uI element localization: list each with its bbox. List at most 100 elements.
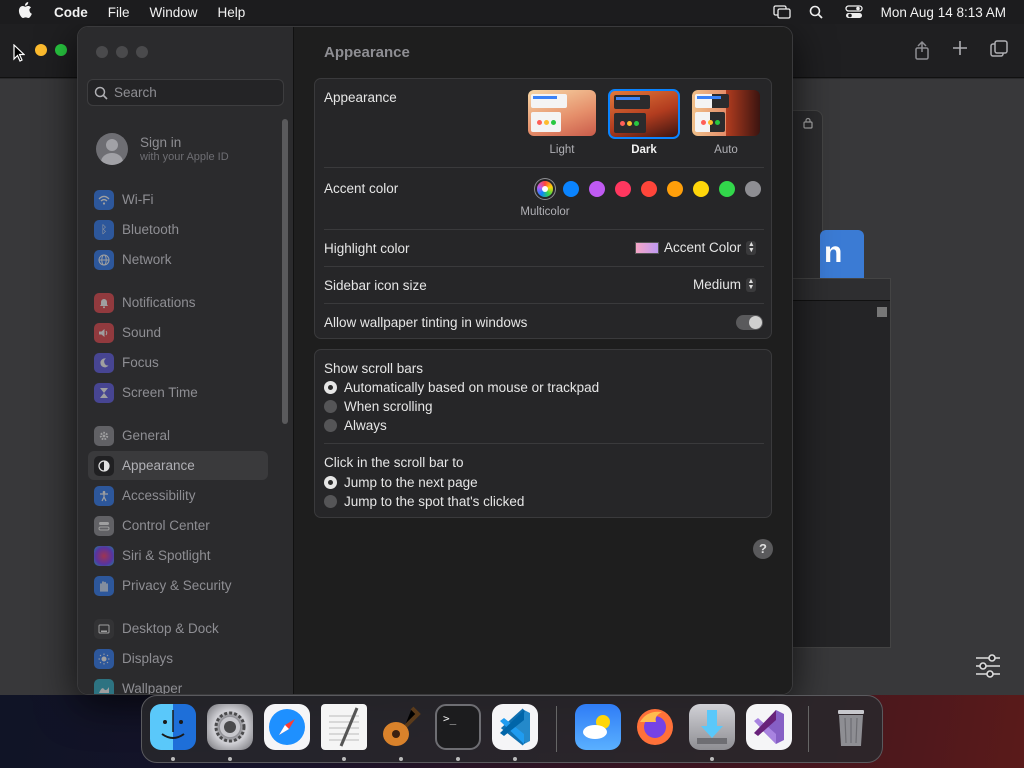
appearance-dark-thumbnail[interactable] <box>608 89 680 139</box>
dock-app-garageband[interactable] <box>378 704 424 750</box>
dock-app-safari[interactable] <box>264 704 310 750</box>
sliders-icon[interactable] <box>975 654 1001 678</box>
menu-app-name[interactable]: Code <box>54 5 88 20</box>
zoom-button[interactable] <box>55 44 67 56</box>
zoom-button[interactable] <box>136 46 148 58</box>
sidebar-item-focus[interactable]: Focus <box>88 348 268 377</box>
appearance-light-label: Light <box>549 144 575 156</box>
appearance-label: Appearance <box>324 90 397 105</box>
sidebar-item-label: Network <box>122 252 172 267</box>
new-tab-icon[interactable] <box>952 40 968 65</box>
wallpaper-tinting-toggle[interactable] <box>736 315 763 330</box>
menu-help[interactable]: Help <box>218 5 246 20</box>
radio-button[interactable] <box>324 419 337 432</box>
control-center-icon[interactable] <box>845 5 863 19</box>
dock-app-textedit[interactable] <box>321 704 367 750</box>
wallpaper-icon <box>94 678 114 694</box>
dock-app-weather[interactable] <box>575 704 621 750</box>
radio-label: Jump to the spot that's clicked <box>344 494 525 509</box>
sidebar-item-siri-spotlight[interactable]: Siri & Spotlight <box>88 541 268 570</box>
signin-subtitle: with your Apple ID <box>140 151 229 163</box>
sidebar-item-label: Control Center <box>122 518 210 533</box>
close-button[interactable] <box>96 46 108 58</box>
cursor-icon <box>13 43 27 62</box>
sidebar-item-accessibility[interactable]: Accessibility <box>88 481 268 510</box>
screen-mirroring-icon[interactable] <box>773 5 791 19</box>
accent-swatch-pink[interactable] <box>615 181 631 197</box>
accent-swatch-green[interactable] <box>719 181 735 197</box>
popup-chevrons-icon: ▲ ▼ <box>746 240 757 255</box>
menu-clock[interactable]: Mon Aug 14 8:13 AM <box>881 5 1006 20</box>
menu-file[interactable]: File <box>108 5 130 20</box>
minimize-button[interactable] <box>116 46 128 58</box>
share-icon[interactable] <box>914 40 930 65</box>
lock-icon <box>803 117 813 132</box>
appearance-light-thumbnail[interactable] <box>528 90 596 136</box>
accent-selected-name: Multicolor <box>520 206 570 218</box>
sidebar-item-appearance[interactable]: Appearance <box>88 451 268 480</box>
click-scroll-option-spot-clicked[interactable]: Jump to the spot that's clicked <box>324 494 524 509</box>
dock-app-system-settings[interactable] <box>207 704 253 750</box>
sidebar-icon-size-popup[interactable]: Medium ▲ ▼ <box>693 277 757 292</box>
sidebar-item-network[interactable]: Network <box>88 245 268 274</box>
hand-icon <box>94 575 114 596</box>
scroll-bars-option-always[interactable]: Always <box>324 418 387 433</box>
radio-button[interactable] <box>324 476 337 489</box>
dock-app-visual-studio[interactable] <box>746 704 792 750</box>
sidebar-scrollbar[interactable] <box>282 119 288 424</box>
radio-button[interactable] <box>324 495 337 508</box>
menu-window[interactable]: Window <box>150 5 198 20</box>
radio-button[interactable] <box>324 400 337 413</box>
sidebar-item-label: Desktop & Dock <box>122 621 219 636</box>
gear-icon <box>94 425 114 446</box>
sidebar-item-control-center[interactable]: Control Center <box>88 511 268 540</box>
accent-swatch-orange[interactable] <box>667 181 683 197</box>
dock-app-vscode[interactable] <box>492 704 538 750</box>
accent-swatch-purple[interactable] <box>589 181 605 197</box>
dock-app-firefox[interactable] <box>632 704 678 750</box>
sidebar-item-privacy-security[interactable]: Privacy & Security <box>88 571 268 600</box>
help-button[interactable]: ? <box>753 539 773 559</box>
minimize-button[interactable] <box>35 44 47 56</box>
sidebar-item-general[interactable]: General <box>88 421 268 450</box>
dock-app-migration-assistant[interactable] <box>689 704 735 750</box>
click-scroll-bar-label: Click in the scroll bar to <box>324 455 464 470</box>
apple-menu-icon[interactable] <box>18 2 36 22</box>
appearance-auto-thumbnail[interactable] <box>692 90 760 136</box>
sidebar-item-notifications[interactable]: Notifications <box>88 288 268 317</box>
radio-label: Automatically based on mouse or trackpad <box>344 380 600 395</box>
tab-overview-icon[interactable] <box>990 40 1008 65</box>
globe-icon <box>94 249 114 270</box>
radio-button[interactable] <box>324 381 337 394</box>
click-scroll-option-next-page[interactable]: Jump to the next page <box>324 475 478 490</box>
sidebar-icon-size-label: Sidebar icon size <box>324 278 427 293</box>
dock-app-finder[interactable] <box>150 704 196 750</box>
sidebar-item-screen-time[interactable]: Screen Time <box>88 378 268 407</box>
accent-swatch-yellow[interactable] <box>693 181 709 197</box>
background-toolbar-tools <box>914 40 1008 65</box>
highlight-color-popup[interactable]: Accent Color ▲ ▼ <box>635 240 757 255</box>
accent-swatch-graphite[interactable] <box>745 181 761 197</box>
scroll-bars-option-when-scrolling[interactable]: When scrolling <box>324 399 433 414</box>
sidebar-item-bluetooth[interactable]: ᛒ Bluetooth <box>88 215 268 244</box>
accent-swatch-blue[interactable] <box>563 181 579 197</box>
search-icon <box>94 86 108 100</box>
apple-id-signin[interactable]: Sign in with your Apple ID <box>96 133 229 165</box>
highlight-color-label: Highlight color <box>324 241 410 256</box>
sidebar-item-wifi[interactable]: Wi-Fi <box>88 185 268 214</box>
spotlight-search-icon[interactable] <box>809 5 827 19</box>
sidebar-item-displays[interactable]: Displays <box>88 644 268 673</box>
bluetooth-icon: ᛒ <box>94 219 114 240</box>
appearance-dark-label: Dark <box>631 144 657 156</box>
sidebar-item-wallpaper[interactable]: Wallpaper <box>88 674 268 694</box>
accent-swatch-red[interactable] <box>641 181 657 197</box>
dock-app-trash[interactable] <box>828 704 874 750</box>
sidebar-item-desktop-dock[interactable]: Desktop & Dock <box>88 614 268 643</box>
sidebar-item-label: Screen Time <box>122 385 198 400</box>
search-field[interactable]: Search <box>87 79 284 106</box>
scroll-bars-option-automatic[interactable]: Automatically based on mouse or trackpad <box>324 380 599 395</box>
accent-swatch-multicolor[interactable] <box>537 181 553 197</box>
dock-app-terminal[interactable]: >_ <box>435 704 481 750</box>
sidebar-item-label: Accessibility <box>122 488 196 503</box>
sidebar-item-sound[interactable]: Sound <box>88 318 268 347</box>
